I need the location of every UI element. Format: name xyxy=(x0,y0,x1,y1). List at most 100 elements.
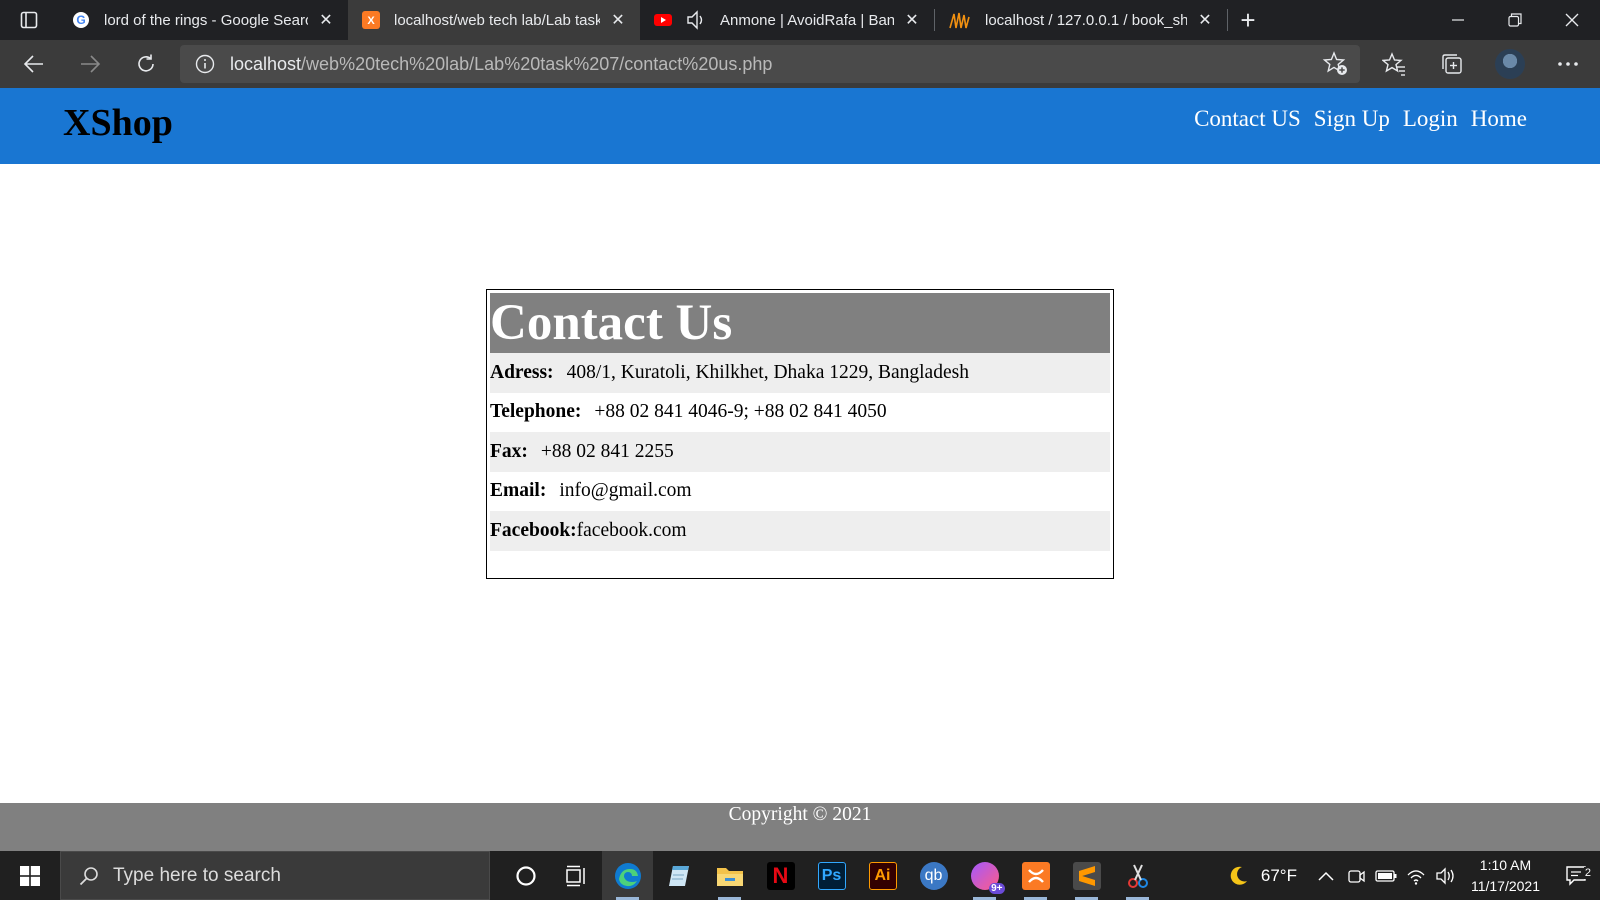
back-button[interactable] xyxy=(6,40,62,88)
taskbar-messenger[interactable]: 9+ xyxy=(959,851,1010,900)
svg-text:G: G xyxy=(76,13,85,27)
cortana-icon xyxy=(515,865,536,886)
wifi-button[interactable] xyxy=(1401,867,1431,885)
collections-button[interactable] xyxy=(1423,40,1481,88)
profile-button[interactable] xyxy=(1481,40,1539,88)
minimize-icon xyxy=(1451,19,1464,21)
forward-button[interactable] xyxy=(62,40,118,88)
taskbar-netflix[interactable]: N xyxy=(755,851,806,900)
taskbar-edge[interactable] xyxy=(602,851,653,900)
speaker-icon[interactable] xyxy=(686,10,708,30)
contact-row-fax: Fax: +88 02 841 2255 xyxy=(490,432,1110,472)
reload-button[interactable] xyxy=(118,40,174,88)
task-view-button[interactable] xyxy=(551,851,602,900)
meet-now-button[interactable] xyxy=(1341,867,1371,885)
taskbar-search-box[interactable]: Type here to search xyxy=(60,851,490,900)
notification-count: 2 xyxy=(1583,866,1592,879)
arrow-right-icon xyxy=(81,55,101,73)
close-window-button[interactable] xyxy=(1543,0,1600,40)
contact-title: Contact Us xyxy=(490,293,1110,353)
tab-title: localhost / 127.0.0.1 / book_shop xyxy=(985,11,1187,29)
site-footer: Copyright © 2021 xyxy=(0,803,1600,851)
tab-actions-button[interactable] xyxy=(0,0,58,40)
taskbar-sublime-text[interactable] xyxy=(1061,851,1112,900)
tab-close-icon[interactable]: ✕ xyxy=(1195,10,1215,30)
contact-label: Email: xyxy=(490,480,547,502)
minimize-button[interactable] xyxy=(1429,0,1486,40)
nav-sign-up[interactable]: Sign Up xyxy=(1314,106,1390,132)
cortana-button[interactable] xyxy=(500,851,551,900)
contact-label: Adress: xyxy=(490,361,554,383)
clock[interactable]: 1:10 AM 11/17/2021 xyxy=(1471,855,1540,897)
tab-phpmyadmin[interactable]: localhost / 127.0.0.1 / book_shop ✕ xyxy=(935,0,1227,40)
site-brand[interactable]: XShop xyxy=(63,101,173,145)
nav-contact-us[interactable]: Contact US xyxy=(1194,106,1301,132)
tab-youtube[interactable]: Anmone | AvoidRafa | Bangl ✕ xyxy=(640,0,934,40)
chevron-up-icon xyxy=(1318,871,1334,881)
nav-login[interactable]: Login xyxy=(1403,106,1458,132)
temperature: 67°F xyxy=(1260,865,1297,885)
phpmyadmin-icon xyxy=(949,12,970,29)
url-text: localhost/web%20tech%20lab/Lab%20task%20… xyxy=(230,54,772,75)
google-icon: G xyxy=(73,12,89,28)
volume-button[interactable] xyxy=(1431,866,1461,885)
tab-title: Anmone | AvoidRafa | Bangl xyxy=(720,11,894,29)
snipping-tool-icon xyxy=(1127,864,1148,888)
taskbar-file-explorer[interactable] xyxy=(704,851,755,900)
reload-icon xyxy=(138,54,154,72)
edge-icon xyxy=(614,862,641,889)
nav-home[interactable]: Home xyxy=(1471,106,1527,132)
battery-button[interactable] xyxy=(1371,869,1401,883)
favorites-button[interactable] xyxy=(1365,40,1423,88)
settings-more-button[interactable] xyxy=(1539,40,1597,88)
illustrator-icon: Ai xyxy=(868,861,897,890)
taskbar-xampp[interactable] xyxy=(1010,851,1061,900)
tab-actions-icon xyxy=(20,11,38,29)
xampp-icon xyxy=(1021,861,1050,890)
search-placeholder: Type here to search xyxy=(113,864,281,886)
xampp-icon: X xyxy=(362,11,380,29)
tab-close-icon[interactable]: ✕ xyxy=(902,10,922,30)
folder-icon xyxy=(716,867,743,886)
contact-value: 408/1, Kuratoli, Khilkhet, Dhaka 1229, B… xyxy=(566,361,969,383)
taskbar-snipping-tool[interactable] xyxy=(1112,851,1163,900)
show-hidden-icons-button[interactable] xyxy=(1311,871,1341,881)
camera-icon xyxy=(1348,869,1365,883)
url-host: localhost xyxy=(230,53,302,74)
add-favorite-button[interactable] xyxy=(1322,50,1350,83)
tab-close-icon[interactable]: ✕ xyxy=(316,10,336,30)
tab-title: localhost/web tech lab/Lab task xyxy=(394,11,600,29)
action-center-button[interactable]: 2 xyxy=(1554,865,1600,887)
tab-localhost-lab-task[interactable]: X localhost/web tech lab/Lab task ✕ xyxy=(348,0,640,40)
windows-icon xyxy=(20,865,40,886)
plus-icon: + xyxy=(1240,4,1256,35)
favorites-icon xyxy=(1382,52,1405,76)
taskbar-qbittorrent[interactable]: qb xyxy=(908,851,959,900)
window-controls xyxy=(1429,0,1600,40)
contact-row-email: Email: info@gmail.com xyxy=(490,472,1110,512)
contact-value: info@gmail.com xyxy=(559,480,692,502)
tab-title: lord of the rings - Google Search xyxy=(104,11,308,29)
restore-button[interactable] xyxy=(1486,0,1543,40)
address-bar[interactable]: localhost/web%20tech%20lab/Lab%20task%20… xyxy=(180,45,1360,83)
taskbar-notepad[interactable] xyxy=(653,851,704,900)
new-tab-button[interactable]: + xyxy=(1228,0,1268,40)
contact-row-facebook: Facebook: facebook.com xyxy=(490,511,1110,551)
contact-value: +88 02 841 2255 xyxy=(540,440,674,462)
taskbar-photoshop[interactable]: Ps xyxy=(806,851,857,900)
tab-close-icon[interactable]: ✕ xyxy=(608,10,628,30)
url-path: /web%20tech%20lab/Lab%20task%207/contact… xyxy=(301,53,773,74)
qbittorrent-icon: qb xyxy=(919,861,948,890)
moon-icon xyxy=(1230,866,1247,885)
netflix-icon: N xyxy=(766,861,795,890)
start-button[interactable] xyxy=(0,851,60,900)
tab-google-search[interactable]: G lord of the rings - Google Search ✕ xyxy=(58,0,348,40)
taskbar-illustrator[interactable]: Ai xyxy=(857,851,908,900)
clock-date: 11/17/2021 xyxy=(1470,877,1540,894)
contact-value: facebook.com xyxy=(576,519,687,541)
task-view-icon xyxy=(565,865,585,886)
site-info-button[interactable] xyxy=(180,54,230,74)
contact-label: Facebook: xyxy=(490,519,577,541)
sublime-text-icon xyxy=(1072,861,1101,890)
weather-button[interactable] xyxy=(1223,865,1253,887)
